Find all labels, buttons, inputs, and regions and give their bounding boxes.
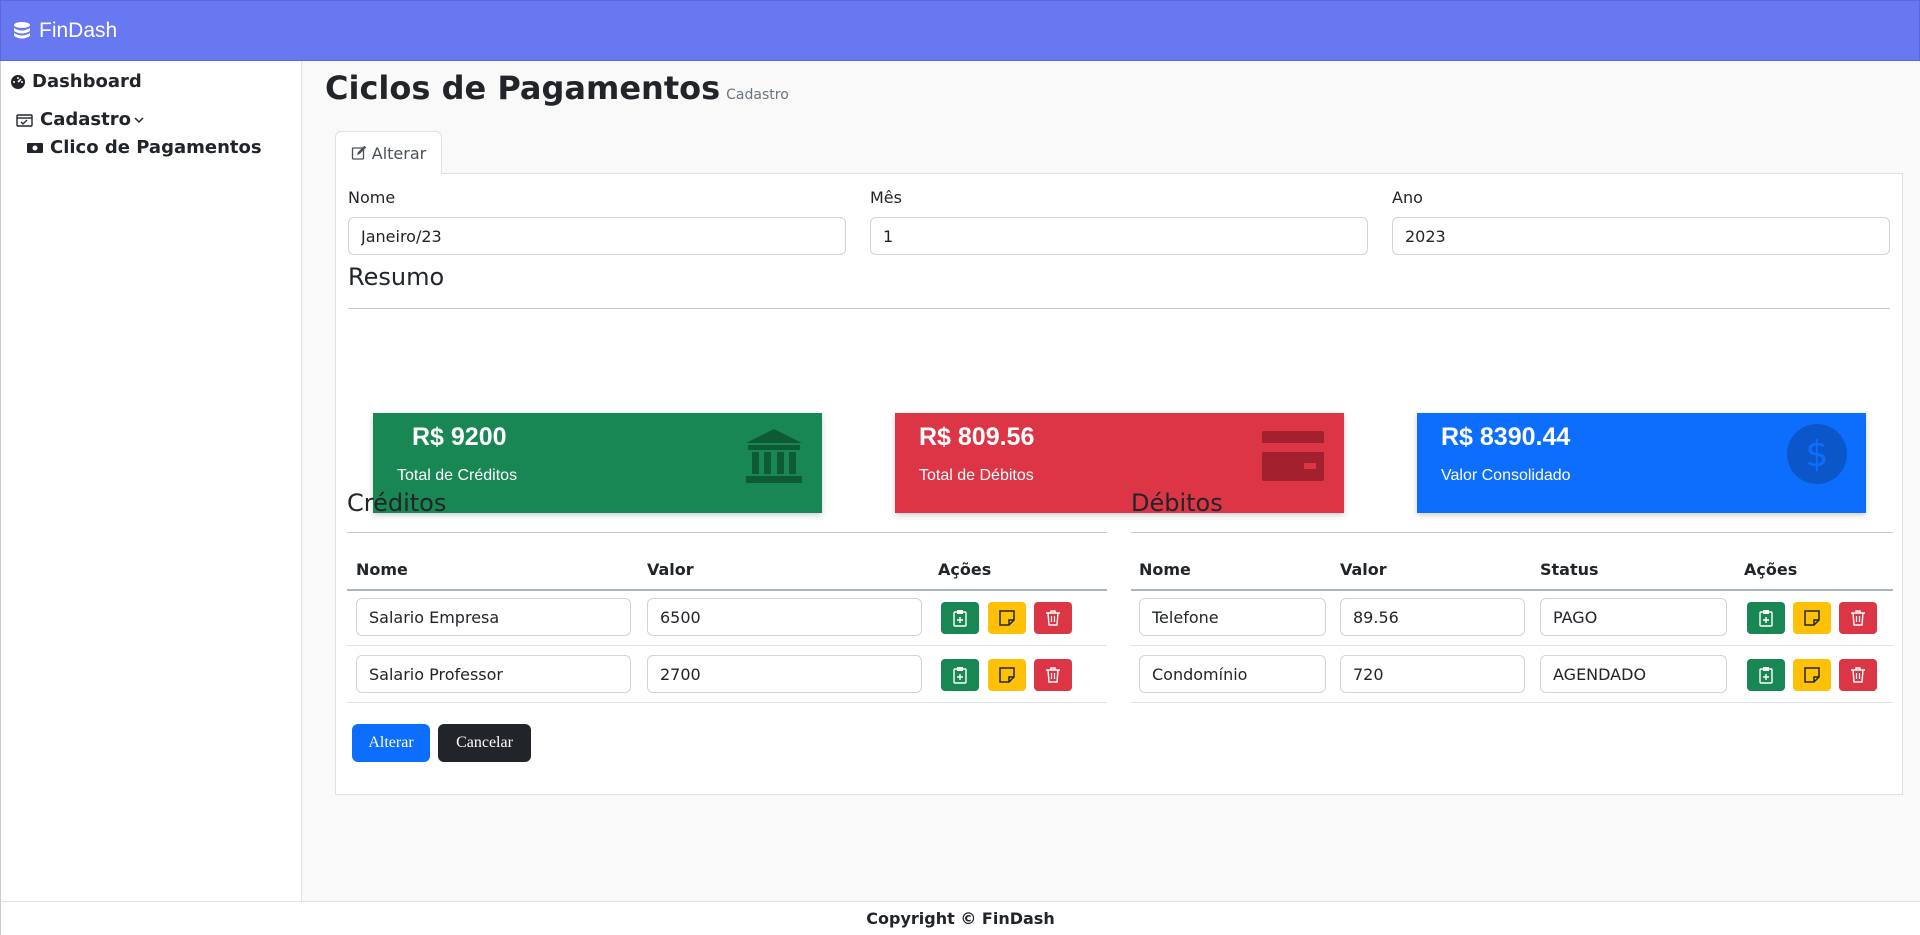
nome-label: Nome: [348, 188, 396, 207]
creditos-title: Créditos: [347, 489, 447, 517]
add-credito-button[interactable]: [941, 602, 979, 634]
delete-credito-button[interactable]: [1034, 602, 1072, 634]
trash-icon: [1851, 667, 1865, 683]
divider: [347, 532, 1107, 533]
header-line: [347, 589, 1107, 591]
clipboard-plus-icon: [953, 667, 967, 684]
debitos-title: Débitos: [1131, 489, 1223, 517]
debitos-header-valor: Valor: [1340, 560, 1387, 579]
clipboard-plus-icon: [1759, 610, 1773, 627]
debitos-header-status: Status: [1540, 560, 1599, 579]
sticky-note-icon: [999, 610, 1015, 626]
divider: [348, 308, 1890, 309]
footer: Copyright © FinDash: [0, 901, 1920, 935]
add-debito-button[interactable]: [1747, 659, 1785, 691]
debito-valor-input[interactable]: [1340, 598, 1525, 636]
top-navbar: FinDash: [0, 0, 1920, 61]
clone-credito-button[interactable]: [988, 602, 1026, 634]
main-content: Ciclos de Pagamentos Cadastro Alterar Nom…: [303, 61, 1920, 901]
speedometer-icon: [11, 74, 25, 89]
credit-card-icon: [1262, 431, 1324, 481]
page-title: Ciclos de Pagamentos Cadastro: [325, 69, 789, 107]
alterar-button[interactable]: Alterar: [352, 724, 430, 762]
clone-debito-button[interactable]: [1793, 602, 1831, 634]
sticky-note-icon: [1804, 667, 1820, 683]
trash-icon: [1046, 610, 1060, 626]
chevron-down-icon: [134, 116, 144, 123]
trash-icon: [1851, 610, 1865, 626]
page-subtitle: Cadastro: [726, 87, 789, 103]
page-title-text: Ciclos de Pagamentos: [325, 69, 721, 107]
sidebar-item-cadastro[interactable]: Cadastro: [16, 109, 145, 130]
creditos-header-valor: Valor: [647, 560, 694, 579]
sidebar-item-label: Cadastro: [40, 109, 131, 130]
sidebar: Dashboard Cadastro Clico de Pagamentos: [0, 61, 302, 901]
card-value: R$ 9200: [412, 423, 507, 451]
row-line: [347, 702, 1107, 703]
delete-debito-button[interactable]: [1839, 659, 1877, 691]
sidebar-item-ciclo-pagamentos[interactable]: Clico de Pagamentos: [26, 137, 262, 158]
divider: [1131, 532, 1893, 533]
credito-nome-input[interactable]: [356, 598, 631, 636]
creditos-header-nome: Nome: [356, 560, 408, 579]
card-value: R$ 809.56: [919, 423, 1035, 451]
resumo-title: Resumo: [348, 263, 445, 291]
mes-input[interactable]: [870, 217, 1368, 255]
footer-copyright: Copyright © FinDash: [866, 909, 1055, 928]
ano-input[interactable]: [1392, 217, 1890, 255]
trash-icon: [1046, 667, 1060, 683]
debito-status-input[interactable]: [1540, 655, 1727, 693]
sidebar-item-dashboard[interactable]: Dashboard: [10, 71, 142, 92]
debito-nome-input[interactable]: [1139, 655, 1326, 693]
clone-debito-button[interactable]: [1793, 659, 1831, 691]
sidebar-item-label: Dashboard: [32, 71, 142, 92]
bank-icon: [746, 429, 802, 483]
tab-alterar[interactable]: Alterar: [335, 131, 442, 174]
coins-icon: [14, 21, 30, 38]
card-label: Valor Consolidado: [1441, 467, 1571, 484]
sidebar-item-label: Clico de Pagamentos: [50, 137, 262, 158]
clipboard-plus-icon: [953, 610, 967, 627]
card-valor-consolidado: R$ 8390.44 Valor Consolidado $: [1417, 413, 1866, 513]
credito-valor-input[interactable]: [647, 598, 922, 636]
debito-status-input[interactable]: [1540, 598, 1727, 636]
debito-nome-input[interactable]: [1139, 598, 1326, 636]
header-line: [1131, 589, 1893, 591]
edit-icon: [351, 145, 366, 160]
card-label: Total de Créditos: [397, 467, 518, 484]
row-line: [1131, 702, 1893, 703]
delete-credito-button[interactable]: [1034, 659, 1072, 691]
svg-text:$: $: [1806, 434, 1829, 475]
row-line: [1131, 645, 1893, 646]
debitos-header-acoes: Ações: [1744, 560, 1798, 579]
tab-label: Alterar: [371, 143, 427, 163]
cancelar-button[interactable]: Cancelar: [438, 724, 531, 762]
row-line: [347, 645, 1107, 646]
delete-debito-button[interactable]: [1839, 602, 1877, 634]
mes-label: Mês: [870, 188, 902, 207]
sticky-note-icon: [1804, 610, 1820, 626]
creditos-header-acoes: Ações: [938, 560, 992, 579]
nome-input[interactable]: [348, 217, 846, 255]
add-credito-button[interactable]: [941, 659, 979, 691]
add-debito-button[interactable]: [1747, 602, 1785, 634]
card-label: Total de Débitos: [919, 467, 1034, 484]
ano-label: Ano: [1392, 188, 1423, 207]
brand-name[interactable]: FinDash: [39, 19, 117, 43]
card-total-debitos: R$ 809.56 Total de Débitos: [895, 413, 1344, 513]
dollar-icon: $: [1787, 424, 1847, 484]
sticky-note-icon: [999, 667, 1015, 683]
debitos-header-nome: Nome: [1139, 560, 1191, 579]
credito-valor-input[interactable]: [647, 655, 922, 693]
clone-credito-button[interactable]: [988, 659, 1026, 691]
credito-nome-input[interactable]: [356, 655, 631, 693]
cash-icon: [27, 142, 43, 153]
clipboard-plus-icon: [1759, 667, 1773, 684]
card-value: R$ 8390.44: [1441, 423, 1571, 451]
calendar-check-icon: [16, 113, 33, 127]
debito-valor-input[interactable]: [1340, 655, 1525, 693]
